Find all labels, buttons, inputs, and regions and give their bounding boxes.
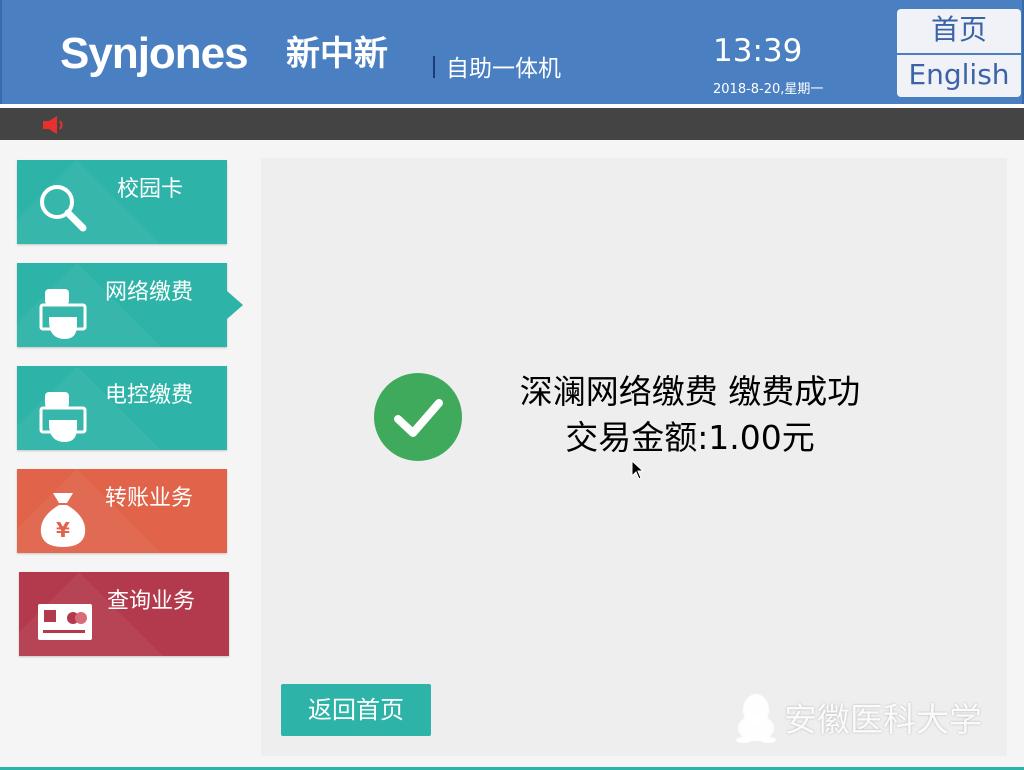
sidebar-item-transfer[interactable]: ¥ 转账业务 xyxy=(17,469,227,553)
sidebar-item-network-payment[interactable]: 网络缴费 xyxy=(17,263,227,347)
sidebar-item-campus-card[interactable]: 校园卡 xyxy=(17,160,227,244)
watermark-penguin-icon xyxy=(736,694,776,743)
sidebar-item-label: 查询业务 xyxy=(107,589,196,614)
transaction-amount: 交易金额:1.00元 xyxy=(565,418,815,457)
clock-date: 2018-8-20,星期一 xyxy=(713,82,824,97)
money-bag-icon: ¥ xyxy=(40,493,86,547)
header-divider xyxy=(433,56,435,78)
sidebar-item-electric-payment[interactable]: 电控缴费 xyxy=(17,366,227,450)
back-home-button[interactable]: 返回首页 xyxy=(281,684,431,736)
active-indicator xyxy=(227,291,243,319)
search-icon xyxy=(40,185,87,232)
clock-time: 13:39 xyxy=(713,33,803,69)
hand-card-icon xyxy=(39,392,87,442)
sidebar-item-label: 网络缴费 xyxy=(105,280,194,305)
logo-cn: 新中新 xyxy=(286,34,388,74)
sidebar-item-label: 转账业务 xyxy=(105,486,194,511)
home-button[interactable]: 首页 xyxy=(897,9,1021,53)
sidebar-item-label: 电控缴费 xyxy=(105,383,194,408)
header-subtitle: 自助一体机 xyxy=(446,56,561,82)
notice-bar xyxy=(0,108,1024,140)
sidebar-item-query[interactable]: 查询业务 xyxy=(19,572,229,656)
mouse-cursor-icon xyxy=(631,460,643,480)
bank-card-icon xyxy=(38,604,92,640)
sidebar-item-label: 校园卡 xyxy=(117,177,184,202)
logo-text: Synjones xyxy=(60,29,249,78)
speaker-icon xyxy=(43,116,63,134)
english-button[interactable]: English xyxy=(897,55,1021,97)
hand-card-icon xyxy=(39,289,87,339)
check-circle-icon xyxy=(374,373,462,461)
watermark-text: 安徽医科大学 xyxy=(784,700,982,739)
header: Synjones 新中新 自助一体机 13:39 2018-8-20,星期一 首… xyxy=(0,0,1024,104)
success-message: 深澜网络缴费 缴费成功 xyxy=(519,372,861,411)
svg-text:¥: ¥ xyxy=(56,518,70,542)
